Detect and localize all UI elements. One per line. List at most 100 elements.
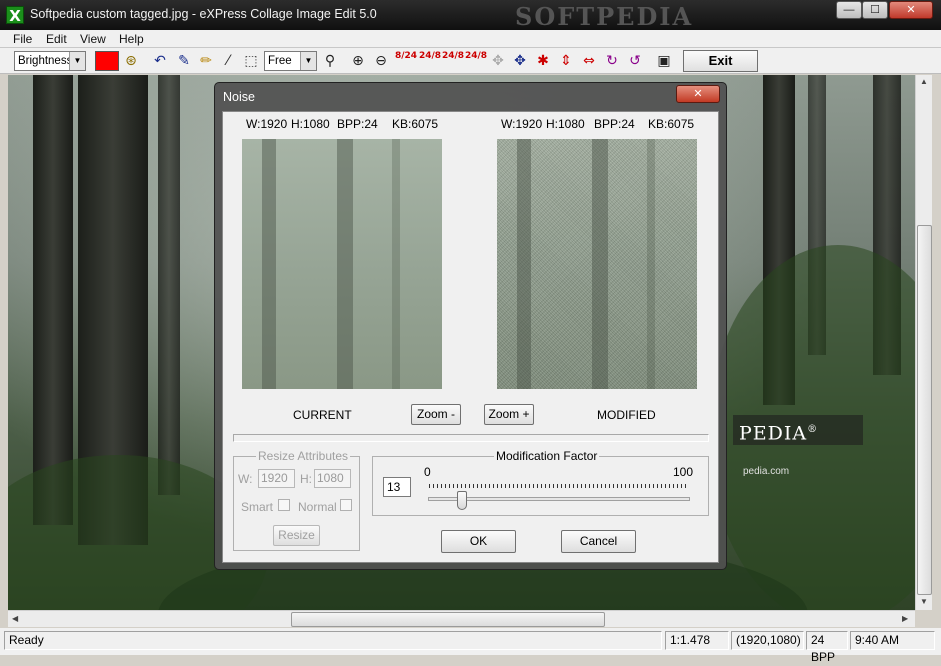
dialog-body: W:1920 H:1080 BPP:24 KB:6075 W:1920 H:10…: [222, 111, 719, 563]
status-zoom: 1:1.478: [665, 631, 729, 650]
color-swatch[interactable]: [95, 51, 119, 71]
tree-trunk: [337, 139, 353, 389]
status-bar: Ready 1:1.478 (1920,1080) 24 BPP 9:40 AM: [0, 628, 941, 664]
title-bar: X Softpedia custom tagged.jpg - eXPress …: [0, 0, 941, 31]
app-icon: X: [6, 6, 24, 25]
resize-height-label: H:: [300, 472, 312, 486]
modification-factor-input[interactable]: 13: [383, 477, 411, 497]
chevron-down-icon: ▼: [300, 52, 316, 70]
watermark-text: SOFTPEDIA: [515, 2, 694, 31]
resize-width-label: W:: [238, 472, 253, 486]
watermark-url: pedia.com: [743, 466, 790, 477]
shape-select-value: Free: [268, 55, 292, 67]
flip-vertical-icon[interactable]: ⇕: [556, 52, 576, 70]
effect-select-value: Brightness: [18, 55, 73, 67]
cancel-button[interactable]: Cancel: [561, 530, 636, 553]
zoom-out-icon[interactable]: ⊖: [371, 52, 391, 70]
scroll-left-icon[interactable]: ◀: [12, 614, 18, 623]
current-height: H:1080: [291, 117, 330, 131]
window-title: Softpedia custom tagged.jpg - eXPress Co…: [30, 7, 377, 21]
resize-attributes-group: Resize Attributes W: 1920 H: 1080 Smart …: [233, 449, 360, 551]
save-icon[interactable]: ▣: [654, 52, 674, 70]
sparkle-icon[interactable]: ✱: [533, 52, 553, 70]
shape-select[interactable]: Free ▼: [264, 51, 317, 71]
resize-height-input[interactable]: 1080: [314, 469, 351, 488]
flip-horizontal-icon[interactable]: ⇔: [579, 52, 599, 70]
modification-slider-track[interactable]: [428, 497, 690, 501]
progress-divider: [233, 434, 709, 442]
close-button[interactable]: ✕: [889, 1, 933, 19]
bit-depth-24-8c-icon[interactable]: 24/8: [465, 52, 487, 70]
search-icon[interactable]: ⚲: [320, 52, 340, 70]
smart-label: Smart: [241, 500, 274, 514]
scroll-down-icon[interactable]: ▼: [920, 597, 928, 606]
tree-trunk: [158, 75, 180, 495]
zoom-in-icon[interactable]: ⊕: [348, 52, 368, 70]
scroll-up-icon[interactable]: ▲: [920, 77, 928, 86]
resize-width-input[interactable]: 1920: [258, 469, 295, 488]
modified-label: MODIFIED: [597, 408, 656, 422]
undo-icon[interactable]: ↶: [150, 52, 170, 70]
tree-trunk: [647, 139, 655, 389]
vertical-scrollbar[interactable]: ▲ ▼: [915, 75, 932, 610]
horizontal-scrollbar[interactable]: ◀ ▶: [8, 610, 915, 627]
tree-trunk: [517, 139, 531, 389]
modified-height: H:1080: [546, 117, 585, 131]
slider-ticks: [429, 484, 687, 488]
modification-factor-legend: Modification Factor: [494, 449, 600, 463]
move-icon[interactable]: ✥: [510, 52, 530, 70]
resize-attributes-legend: Resize Attributes: [256, 449, 351, 463]
modified-preview: [497, 139, 697, 389]
normal-label: Normal: [298, 500, 337, 514]
zoom-in-button[interactable]: Zoom +: [484, 404, 534, 425]
menu-help[interactable]: Help: [119, 32, 144, 46]
scroll-right-icon[interactable]: ▶: [902, 614, 908, 623]
modification-factor-group: Modification Factor 0 100 13: [372, 449, 709, 516]
modified-bpp: BPP:24: [594, 117, 635, 131]
rotate-ccw-icon[interactable]: ↺: [625, 52, 645, 70]
modified-kb: KB:6075: [648, 117, 695, 131]
dialog-title: Noise: [223, 90, 255, 104]
tree-trunk: [392, 139, 400, 389]
menu-edit[interactable]: Edit: [46, 32, 67, 46]
zoom-out-button[interactable]: Zoom -: [411, 404, 461, 425]
magic-wand-icon[interactable]: ⊛: [121, 52, 141, 70]
modification-slider-thumb[interactable]: [457, 491, 468, 510]
bit-depth-8-24-icon[interactable]: 8/24: [395, 52, 417, 70]
bit-depth-24-8b-icon[interactable]: 24/8: [442, 52, 464, 70]
pencil-icon[interactable]: ✏: [196, 52, 216, 70]
resize-button[interactable]: Resize: [273, 525, 320, 546]
ok-button[interactable]: OK: [441, 530, 516, 553]
menu-view[interactable]: View: [80, 32, 106, 46]
select-rect-icon[interactable]: ⬚: [241, 52, 261, 70]
noise-dialog: Noise ✕ W:1920 H:1080 BPP:24 KB:6075 W:1…: [214, 82, 727, 570]
current-kb: KB:6075: [392, 117, 439, 131]
watermark-logo: PEDIA®: [733, 415, 863, 445]
dropper-icon[interactable]: ✎: [174, 52, 194, 70]
tree-trunk: [592, 139, 608, 389]
brush-icon[interactable]: ⁄: [218, 52, 238, 70]
horizontal-scroll-thumb[interactable]: [291, 612, 605, 627]
chevron-down-icon: ▼: [69, 52, 85, 70]
effect-select[interactable]: Brightness ▼: [14, 51, 86, 71]
move-disabled-icon: ✥: [492, 53, 504, 69]
slider-min-label: 0: [424, 465, 431, 479]
bit-depth-24-8-icon[interactable]: 24/8: [419, 52, 441, 70]
status-bpp: 24 BPP: [806, 631, 848, 664]
vertical-scroll-thumb[interactable]: [917, 225, 932, 595]
tree-trunk: [262, 139, 276, 389]
menu-file[interactable]: File: [13, 32, 32, 46]
normal-checkbox[interactable]: [340, 499, 352, 511]
status-dimensions: (1920,1080): [731, 631, 804, 650]
menu-bar: File Edit View Help: [0, 30, 941, 48]
maximize-button[interactable]: ☐: [862, 1, 888, 19]
status-time: 9:40 AM: [850, 631, 935, 650]
rotate-cw-icon[interactable]: ↻: [602, 52, 622, 70]
slider-max-label: 100: [673, 465, 694, 479]
dialog-close-button[interactable]: ✕: [676, 85, 720, 103]
current-label: CURRENT: [293, 408, 352, 422]
tree-trunk: [33, 75, 73, 525]
smart-checkbox[interactable]: [278, 499, 290, 511]
exit-button[interactable]: Exit: [683, 50, 758, 72]
minimize-button[interactable]: —: [836, 1, 862, 19]
